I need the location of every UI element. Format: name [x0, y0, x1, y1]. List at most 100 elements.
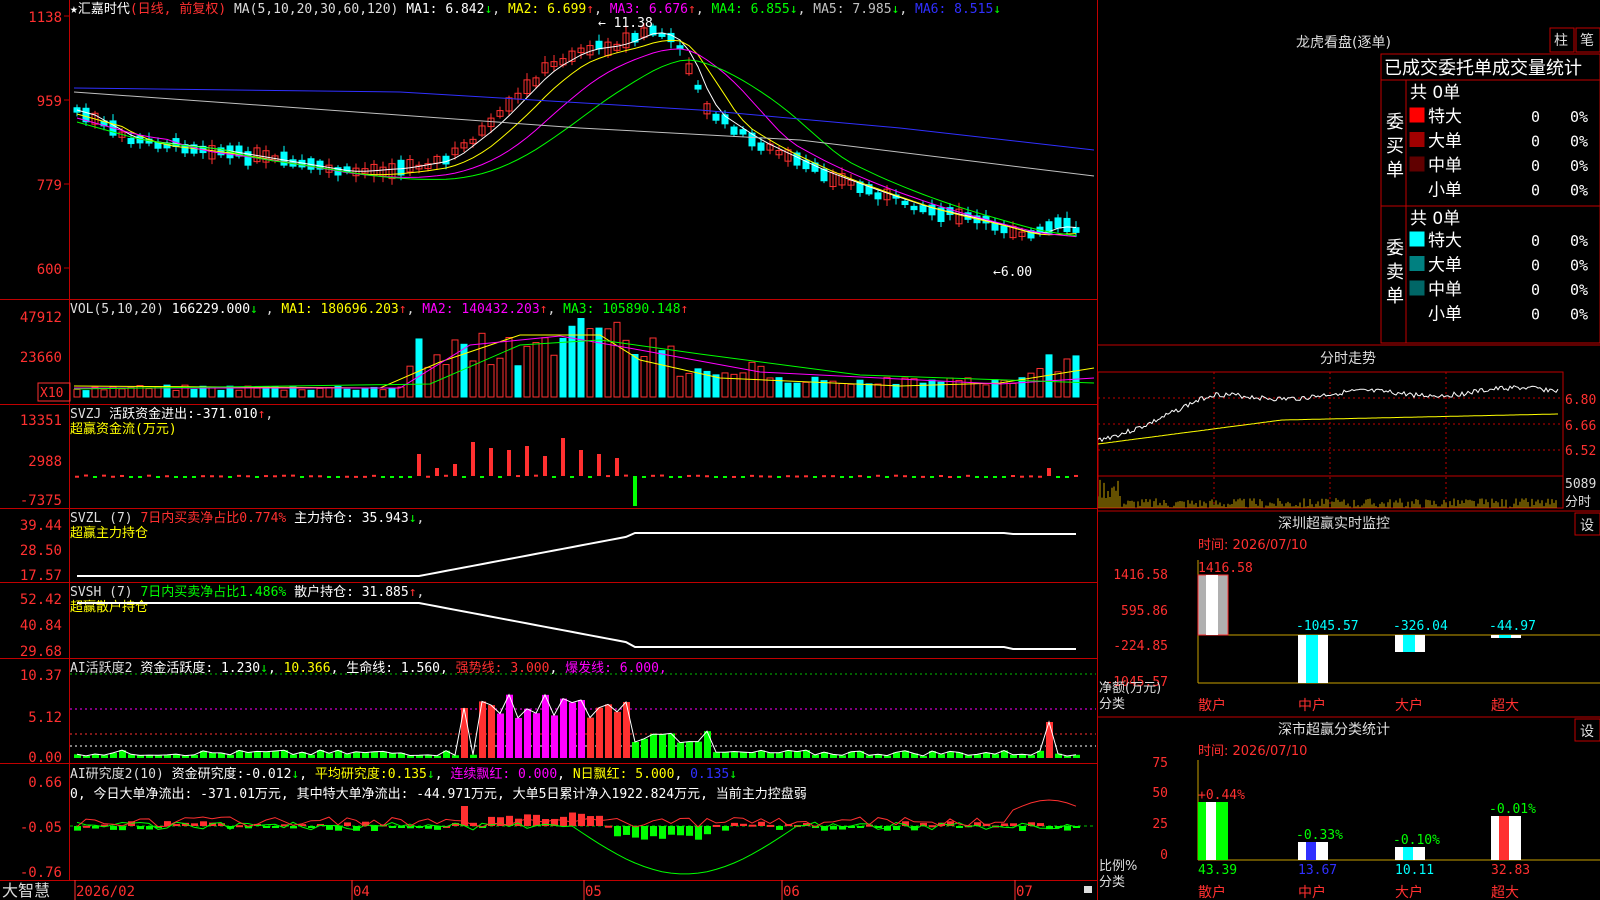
- svzj-bar: [750, 474, 754, 477]
- sz-class-settings-button[interactable]: 设: [1574, 718, 1600, 742]
- order-pct: 0%: [1570, 108, 1588, 126]
- svg-text:50: 50: [1152, 786, 1168, 801]
- ma-label: MA5:: [813, 2, 844, 17]
- svg-text:595.86: 595.86: [1121, 604, 1168, 619]
- ai1-bar: [812, 754, 819, 758]
- svzj-bar: [174, 476, 178, 478]
- svg-text:-0.76: -0.76: [20, 865, 62, 881]
- sz-monitor-axis: 1416.58 595.86 -224.85 -1045.57: [1105, 568, 1168, 690]
- lock-icon[interactable]: [1084, 886, 1092, 893]
- svg-text:6.52: 6.52: [1565, 444, 1596, 459]
- volume-bar: [73, 389, 81, 398]
- volume-bar: [802, 381, 810, 398]
- ai1-bar: [542, 694, 549, 758]
- svzj-bar: [903, 475, 907, 478]
- ai2-bar: [92, 826, 99, 829]
- volume-bar: [910, 378, 918, 398]
- volume-bar: [856, 379, 864, 398]
- svzj-bar: [453, 464, 457, 476]
- volume-bar: [352, 389, 360, 398]
- volume-bar: [874, 383, 882, 398]
- svzj-bar: [741, 476, 745, 478]
- ai1-bar: [560, 698, 567, 758]
- ma-separator: [805, 2, 813, 17]
- svzj-bar: [813, 476, 817, 478]
- order-count: 0: [1531, 232, 1540, 250]
- svzj-bar: [651, 474, 655, 477]
- order-size-label: 小单: [1428, 181, 1462, 201]
- volume-bar: [397, 386, 405, 398]
- svzj-bar: [381, 476, 385, 478]
- svzj-bar: [237, 474, 241, 477]
- svzj-bar: [156, 476, 160, 478]
- ai2-bar: [893, 826, 900, 831]
- sell-total: 共 0单: [1410, 209, 1460, 229]
- svg-text:设: 设: [1580, 724, 1594, 740]
- svg-text:-0.05: -0.05: [20, 820, 62, 836]
- ai2-bar: [1037, 823, 1044, 826]
- svsh-subtitle: 超赢散户持仓: [70, 599, 148, 615]
- sz-class-value: 43.39: [1198, 863, 1237, 878]
- volume-bar: [928, 379, 936, 398]
- svzj-bar: [1065, 476, 1069, 478]
- candle-body: [739, 129, 747, 135]
- ai2-red-line: [76, 799, 1077, 828]
- svzj-bar: [894, 474, 898, 477]
- candle-body: [694, 84, 702, 90]
- svzj-bar: [309, 475, 313, 478]
- sz-monitor-settings-button[interactable]: 设: [1574, 512, 1600, 536]
- svzj-bar: [372, 474, 376, 477]
- svzj-bar: [840, 476, 844, 478]
- ai2-bar: [83, 825, 90, 828]
- vol-ma-arrow: ↑: [540, 302, 548, 317]
- sz-monitor-bar: [1491, 635, 1521, 638]
- buy-side-label: 委买单: [1386, 112, 1404, 181]
- svg-text:笔: 笔: [1580, 33, 1594, 49]
- bar-mode-button[interactable]: 柱: [1549, 27, 1575, 53]
- candle-body: [127, 138, 135, 145]
- order-pct: 0%: [1570, 182, 1588, 200]
- axis-ticks: [64, 15, 69, 269]
- volume-bar: [325, 387, 333, 398]
- tab-filled[interactable]: 已成交: [1384, 58, 1438, 79]
- volume-bar: [370, 386, 378, 398]
- volume-bar: [388, 388, 396, 398]
- pen-mode-button[interactable]: 笔: [1575, 27, 1600, 53]
- svzj-axis: 13351 2988 -7375: [20, 413, 62, 509]
- svzj-bar: [102, 474, 106, 477]
- ai2-bar: [668, 826, 675, 835]
- ai2-bar: [695, 826, 702, 840]
- ai1-bar: [227, 754, 234, 758]
- order-size-label: 中单: [1428, 156, 1462, 176]
- svzj-bar: [1047, 468, 1051, 476]
- ai2-bar: [650, 826, 657, 837]
- ma-arrow: ↑: [586, 2, 594, 17]
- sz-monitor-bar: [1298, 635, 1328, 683]
- candle-body: [910, 205, 918, 211]
- ai2-bar: [758, 821, 765, 826]
- ma1-line: [76, 32, 1077, 234]
- sell-rows: 特大 0 0% 大单 0 0% 中单 0 0% 小单 0 0%: [1409, 231, 1588, 325]
- svzj-subtitle: 超赢资金流(万元): [70, 421, 177, 437]
- svzj-bar: [552, 476, 556, 478]
- sz-monitor-category: 中户: [1298, 697, 1326, 714]
- svg-text:5089: 5089: [1565, 477, 1596, 492]
- svzj-bar: [588, 476, 592, 478]
- kline-chart-area[interactable]: 1138 959 779 600 ★汇嘉时代(日线, 前复权) MA(5,10,…: [0, 0, 1098, 900]
- dragon-tabs[interactable]: 已成交 委托单 成交量统计: [1384, 58, 1582, 79]
- volume-bar: [379, 389, 387, 398]
- svzj-bar: [201, 475, 205, 478]
- volume-bar: [613, 321, 621, 398]
- ai1-bar: [578, 700, 585, 758]
- volume-bar: [1063, 358, 1071, 398]
- candlestick-series: [73, 23, 1080, 242]
- ai2-bar: [263, 826, 270, 828]
- candle-body: [712, 113, 720, 121]
- tab-volume-stats[interactable]: 成交量统计: [1492, 58, 1582, 79]
- tab-orders[interactable]: 委托单: [1438, 58, 1492, 79]
- svzj-bar: [183, 476, 187, 478]
- svzj-bar: [345, 475, 349, 478]
- ai2-bar: [740, 823, 747, 826]
- sz-class-bars: +0.44% 43.39 散户 -0.33% 13.67 中户 -0.10% 10.11 大户 -…: [1198, 788, 1536, 900]
- ma6-line: [73, 87, 1095, 151]
